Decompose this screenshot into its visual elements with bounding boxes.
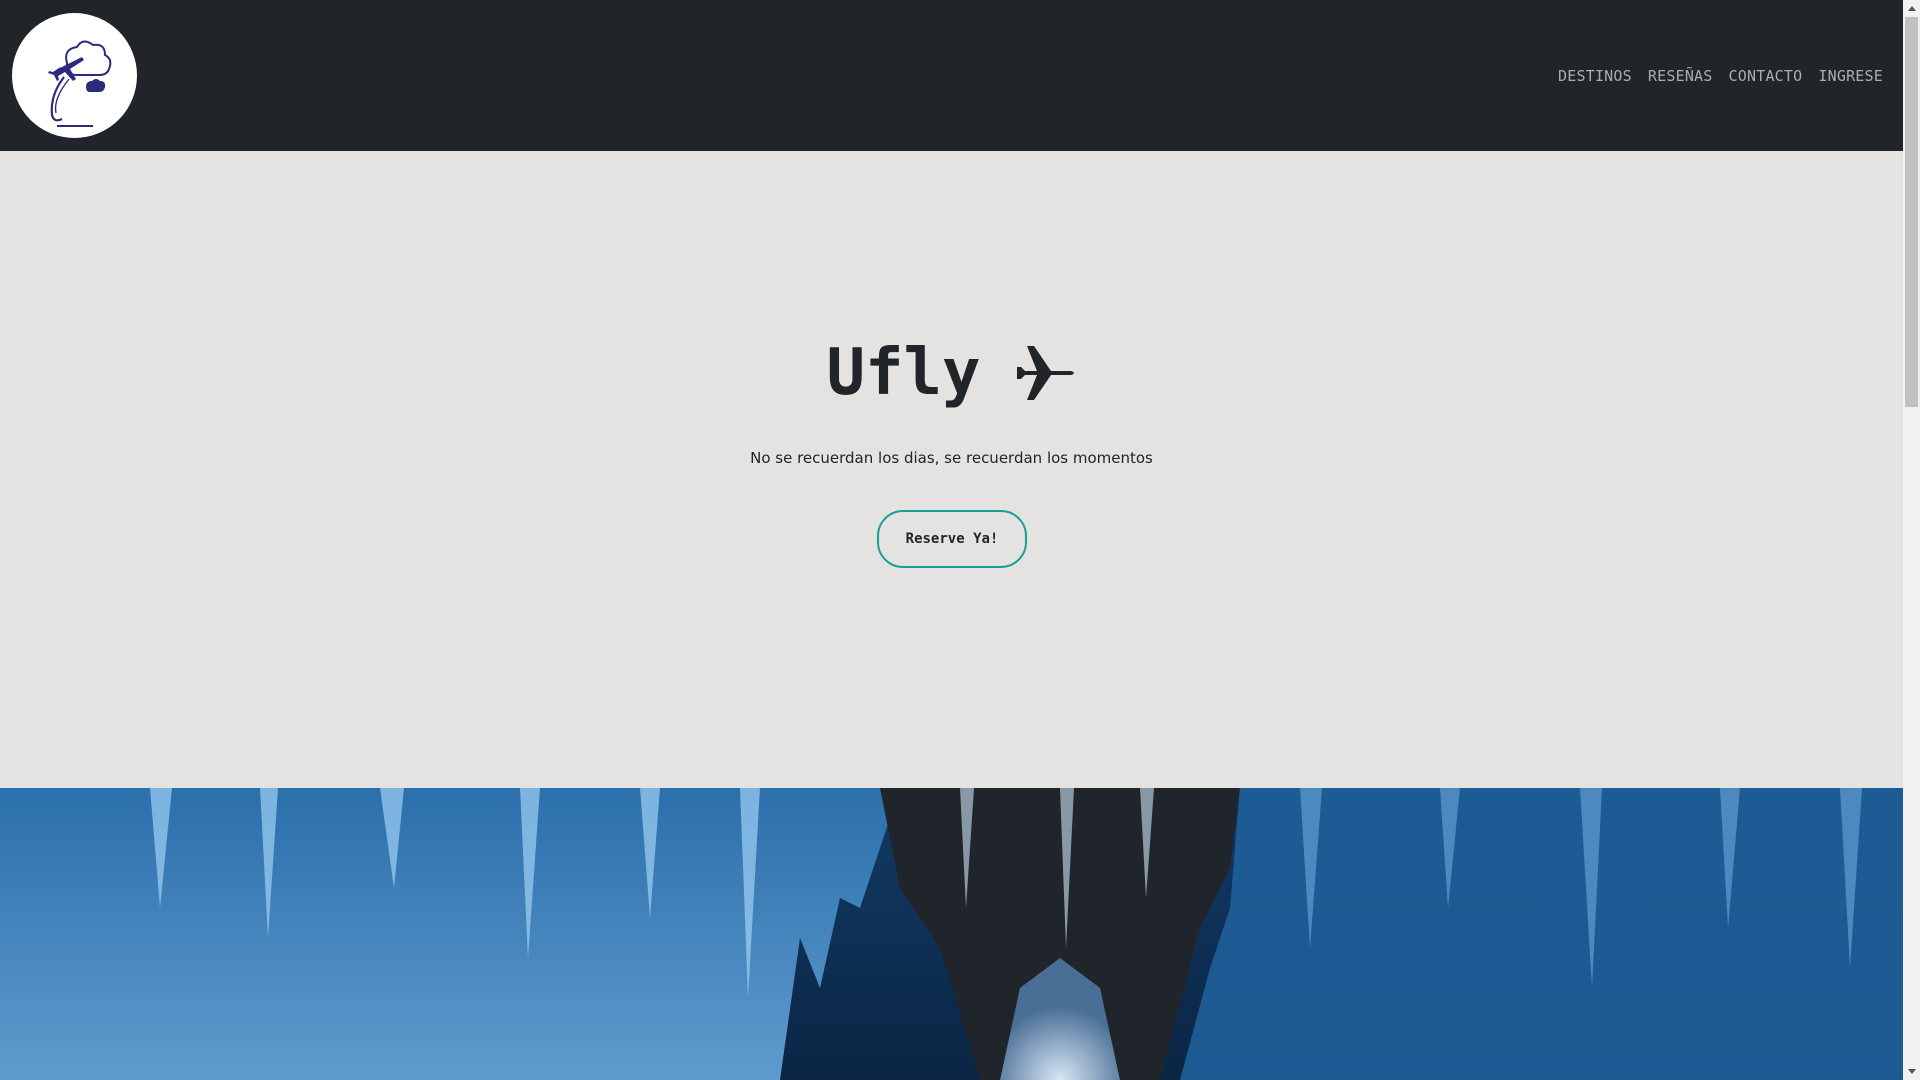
- scrollbar-thumb[interactable]: [1905, 17, 1918, 407]
- hero-title: Ufly: [826, 336, 981, 410]
- vertical-scrollbar[interactable]: [1903, 0, 1920, 1080]
- nav-links: DESTINOS RESEÑAS CONTACTO INGRESE: [1558, 0, 1883, 151]
- plane-cloud-logo-icon: [12, 13, 137, 138]
- nav-link-contacto[interactable]: CONTACTO: [1729, 67, 1803, 85]
- hero-section: Ufly No se recuerdan los dias, se recuer…: [0, 151, 1903, 788]
- scroll-down-arrow-icon[interactable]: [1903, 1063, 1920, 1080]
- scroll-up-arrow-icon[interactable]: [1903, 0, 1920, 17]
- airplane-icon: [1016, 346, 1074, 400]
- ice-cave-image: [0, 788, 1903, 1080]
- hero-title-row: Ufly: [0, 341, 1903, 405]
- nav-link-resenas[interactable]: RESEÑAS: [1648, 67, 1713, 85]
- page: DESTINOS RESEÑAS CONTACTO INGRESE Ufly N…: [0, 0, 1920, 1080]
- nav-link-destinos[interactable]: DESTINOS: [1558, 67, 1632, 85]
- hero-tagline: No se recuerdan los dias, se recuerdan l…: [750, 449, 1153, 467]
- navbar: DESTINOS RESEÑAS CONTACTO INGRESE: [0, 0, 1903, 151]
- ice-cave-photo: [0, 788, 1903, 1080]
- reserve-button[interactable]: Reserve Ya!: [877, 510, 1027, 568]
- nav-link-ingrese[interactable]: INGRESE: [1818, 67, 1883, 85]
- brand-logo[interactable]: [12, 13, 137, 138]
